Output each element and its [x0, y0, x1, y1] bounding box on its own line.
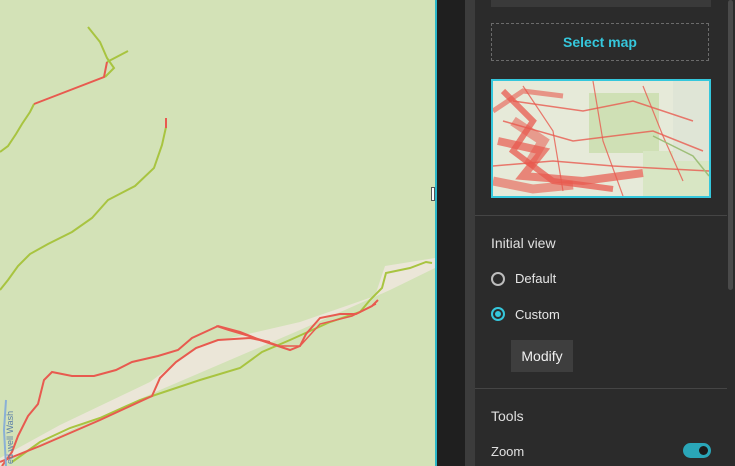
radio-custom[interactable] — [491, 307, 505, 321]
trail-green — [87, 26, 116, 78]
radio-default-label[interactable]: Default — [515, 271, 556, 286]
radio-default[interactable] — [491, 272, 505, 286]
zoom-label: Zoom — [491, 444, 525, 459]
trail-green — [0, 103, 35, 153]
settings-panel: Select map Initial view Default Custom M… — [475, 0, 727, 466]
gutter — [437, 0, 465, 466]
section-divider — [475, 215, 727, 216]
thumbnail-canvas — [493, 81, 709, 196]
map-thumbnail[interactable] — [491, 79, 711, 198]
trail-red — [33, 61, 108, 105]
scrollbar-thumb[interactable] — [728, 0, 733, 290]
radio-custom-label[interactable]: Custom — [515, 307, 560, 322]
section-divider — [475, 388, 727, 389]
initial-view-title: Initial view — [491, 235, 556, 251]
map-canvas: ed well Wash — [0, 26, 435, 466]
panel-divider — [465, 0, 475, 466]
map-preview[interactable]: ed well Wash — [0, 0, 435, 466]
modify-button[interactable]: Modify — [511, 340, 573, 372]
resize-handle[interactable] — [431, 187, 435, 201]
trail-green — [0, 126, 167, 291]
tools-title: Tools — [491, 408, 524, 424]
top-control[interactable] — [491, 0, 711, 7]
select-map-button[interactable]: Select map — [491, 23, 709, 61]
street-label: ed well Wash — [5, 411, 15, 464]
zoom-toggle[interactable] — [683, 443, 711, 458]
trail-green — [106, 50, 129, 63]
